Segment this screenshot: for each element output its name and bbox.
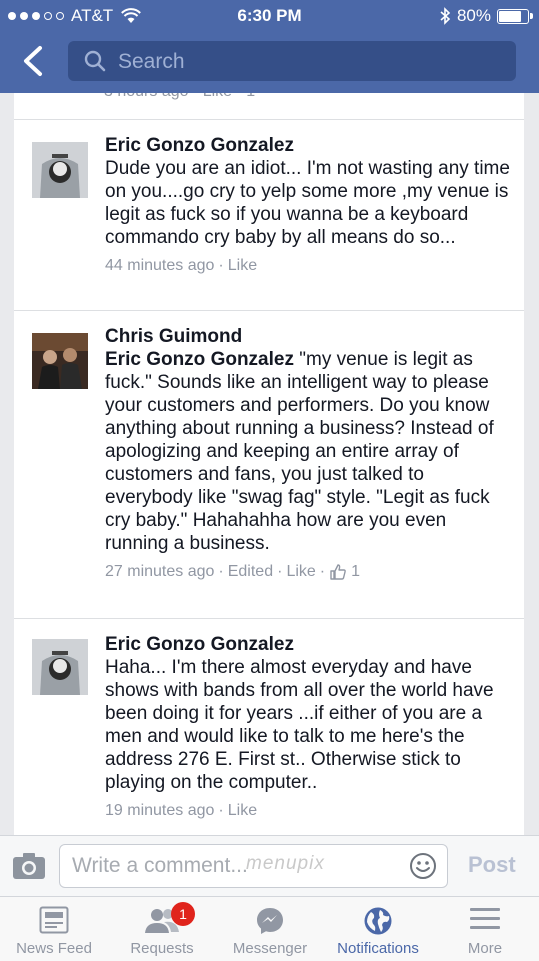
avatar-image xyxy=(32,639,88,695)
comment-author[interactable]: Eric Gonzo Gonzalez xyxy=(105,134,510,157)
comment-time: 27 minutes ago xyxy=(105,563,215,580)
comment-author[interactable]: Eric Gonzo Gonzalez xyxy=(105,633,510,656)
comment-meta: 44 minutes ago · Like xyxy=(105,255,510,277)
comment-body: Eric Gonzo Gonzalez Haha... I'm there al… xyxy=(105,633,510,822)
tab-label: Requests xyxy=(130,940,194,957)
comment-item: Eric Gonzo Gonzalez Haha... I'm there al… xyxy=(14,618,524,835)
comment-meta: 19 minutes ago · Like xyxy=(105,800,510,822)
search-input[interactable] xyxy=(116,41,500,83)
comments-list: 3 hours ago · Like · 1 Eric Gonzo Gonzal… xyxy=(14,93,524,835)
edited-label[interactable]: Edited xyxy=(228,561,273,583)
top-navigation-bar: AT&T 6:30 PM 80% xyxy=(0,0,539,93)
comment-time: 19 minutes ago xyxy=(105,802,215,819)
requests-badge: 1 xyxy=(171,902,195,926)
comment-time: 44 minutes ago xyxy=(105,257,215,274)
comment-meta: 27 minutes ago · Edited · Like · 1 xyxy=(105,561,510,583)
battery-percent: 80% xyxy=(456,6,491,25)
tab-label: News Feed xyxy=(16,940,92,957)
tab-notifications[interactable]: Notifications xyxy=(324,897,432,961)
status-bar: AT&T 6:30 PM 80% xyxy=(0,0,539,32)
comment-author[interactable]: Chris Guimond xyxy=(105,325,510,348)
news-feed-icon xyxy=(39,906,69,934)
like-count: 1 xyxy=(351,563,361,580)
previous-comment-meta: 3 hours ago · Like · 1 xyxy=(104,93,255,101)
avatar-image xyxy=(32,333,88,389)
comment-item: Eric Gonzo Gonzalez Dude you are an idio… xyxy=(14,119,524,311)
search-icon xyxy=(84,50,106,72)
tab-requests[interactable]: 1 Requests xyxy=(108,897,216,961)
like-link[interactable]: Like xyxy=(286,561,315,583)
like-link[interactable]: Like xyxy=(228,800,257,822)
like-link[interactable]: Like xyxy=(228,255,257,277)
comment-text: Dude you are an idiot... I'm not wasting… xyxy=(105,158,510,248)
camera-icon[interactable] xyxy=(12,852,46,880)
post-button[interactable]: Post xyxy=(468,852,516,878)
thumbs-up-icon xyxy=(330,564,346,580)
comment-text-content: "my venue is legit as fuck." Sounds like… xyxy=(105,349,494,554)
tab-news-feed[interactable]: News Feed xyxy=(0,897,108,961)
messenger-icon xyxy=(257,908,283,934)
comment-body: Eric Gonzo Gonzalez Dude you are an idio… xyxy=(105,134,510,277)
battery-icon xyxy=(497,8,533,24)
comment-input-placeholder: Write a comment... xyxy=(72,854,248,877)
avatar[interactable] xyxy=(32,639,88,695)
globe-icon xyxy=(364,907,392,935)
search-bar[interactable] xyxy=(68,41,516,83)
hamburger-menu-icon xyxy=(470,908,500,929)
bottom-tab-bar: News Feed 1 Requests Messenger Notificat… xyxy=(0,896,539,961)
tab-label: Notifications xyxy=(337,940,419,957)
comment-item: Chris Guimond Eric Gonzo Gonzalez "my ve… xyxy=(14,310,524,619)
status-right: 80% xyxy=(440,6,533,26)
bluetooth-icon xyxy=(440,7,451,25)
back-arrow-icon[interactable] xyxy=(18,44,48,78)
watermark: menupix xyxy=(246,853,325,874)
comment-body: Chris Guimond Eric Gonzo Gonzalez "my ve… xyxy=(105,325,510,583)
avatar[interactable] xyxy=(32,333,88,389)
mention-link[interactable]: Eric Gonzo Gonzalez xyxy=(105,349,294,370)
comment-text: Eric Gonzo Gonzalez "my venue is legit a… xyxy=(105,348,510,555)
tab-more[interactable]: More xyxy=(431,897,539,961)
tab-label: Messenger xyxy=(232,940,308,957)
tab-messenger[interactable]: Messenger xyxy=(216,897,324,961)
comment-composer: Write a comment... menupix Post xyxy=(0,835,539,896)
avatar-image xyxy=(32,142,88,198)
emoji-smiley-icon[interactable] xyxy=(409,852,437,880)
tab-label: More xyxy=(467,940,503,957)
comment-text: Haha... I'm there almost everyday and ha… xyxy=(105,657,494,793)
avatar[interactable] xyxy=(32,142,88,198)
